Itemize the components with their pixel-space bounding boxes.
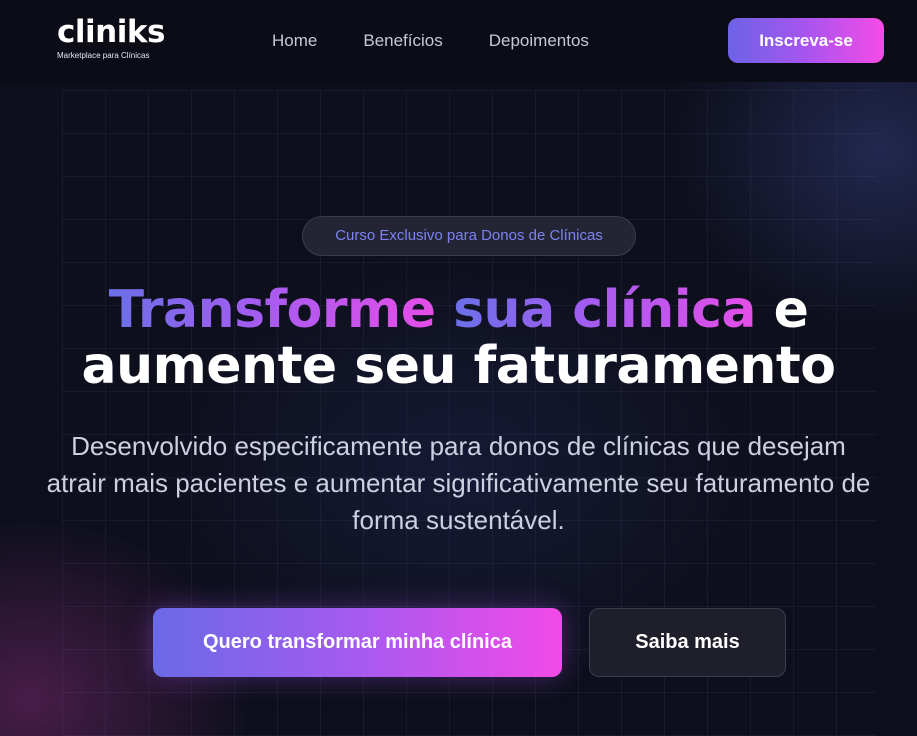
headline-line-2: aumente seu faturamento (81, 336, 836, 396)
hero-subtitle: Desenvolvido especificamente para donos … (46, 431, 871, 535)
headline-connector: e (773, 280, 809, 340)
nav-item-depoimentos[interactable]: Depoimentos (489, 31, 589, 51)
brand-logo[interactable]: cliniks Marketplace para Clínicas (57, 14, 165, 61)
brand-name: cliniks (57, 14, 165, 50)
site-header: cliniks Marketplace para Clínicas Home B… (0, 0, 917, 82)
transform-clinic-button[interactable]: Quero transformar minha clínica (153, 608, 562, 677)
headline-highlight-1: Transforme (108, 280, 436, 340)
signup-button[interactable]: Inscreva-se (728, 18, 884, 63)
nav-item-beneficios[interactable]: Benefícios (363, 31, 442, 51)
learn-more-button[interactable]: Saiba mais (589, 608, 786, 677)
course-badge: Curso Exclusivo para Donos de Clínicas (302, 216, 636, 256)
landing-page: cliniks Marketplace para Clínicas Home B… (0, 0, 917, 736)
hero-headline: Transforme sua clínica e aumente seu fat… (0, 282, 917, 394)
brand-tagline: Marketplace para Clínicas (57, 51, 150, 60)
nav-item-home[interactable]: Home (272, 31, 317, 51)
headline-highlight-2: sua clínica (453, 280, 757, 340)
main-nav: Home Benefícios Depoimentos (272, 31, 589, 51)
